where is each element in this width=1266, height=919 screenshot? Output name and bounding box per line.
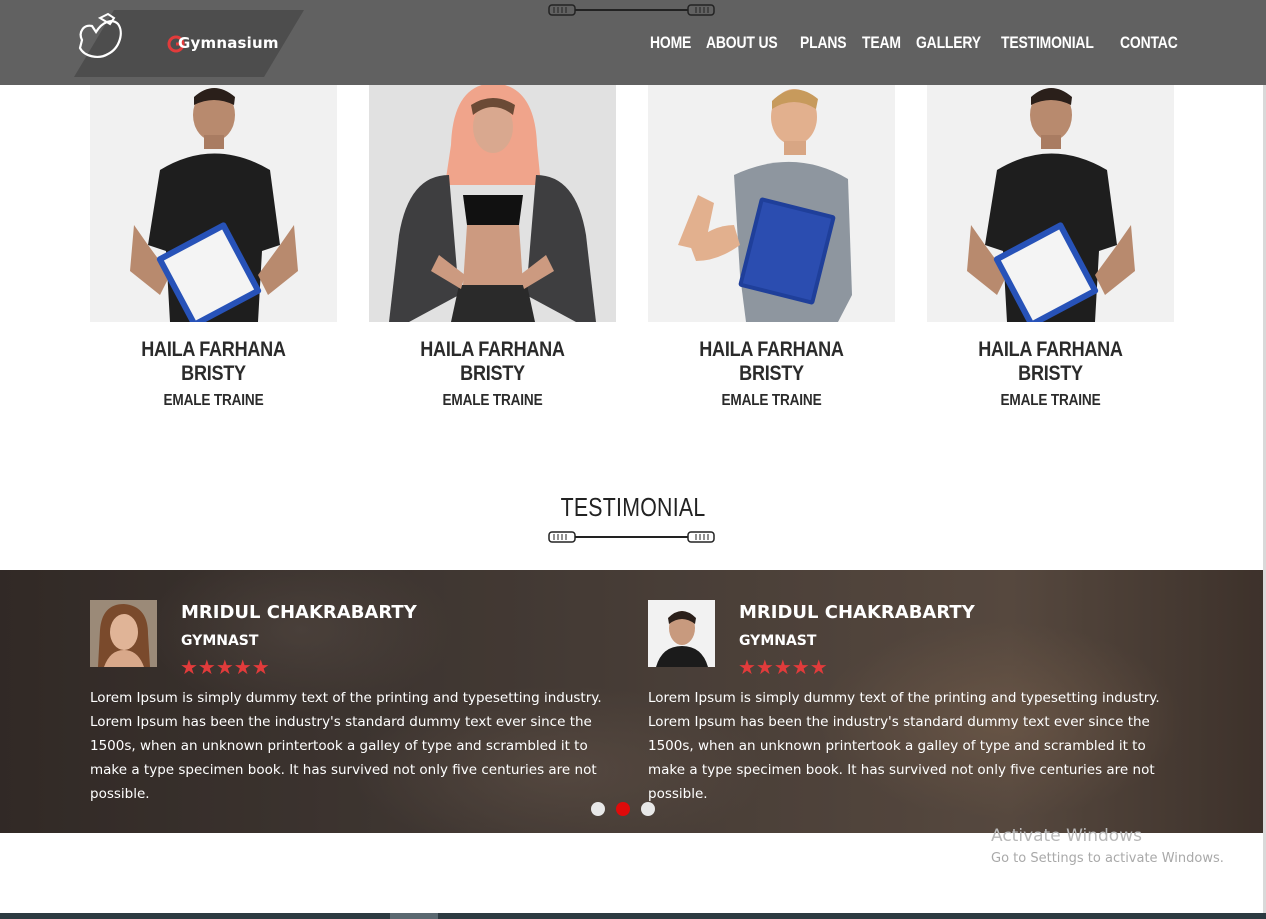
avatar: [90, 600, 157, 667]
testimonial-role: GYMNAST: [181, 633, 259, 649]
slider-dot[interactable]: [641, 802, 655, 816]
slider-dot[interactable]: [591, 802, 605, 816]
team-grid: HAILA FARHANA BRISTY EMALE TRAINE HAILA …: [90, 75, 1174, 410]
activate-windows-subtitle: Go to Settings to activate Windows.: [991, 851, 1224, 866]
testimonial-text: Lorem Ipsum is simply dummy text of the …: [648, 690, 1160, 802]
trainer-figure-icon: [130, 88, 298, 322]
flexed-arm-icon: [78, 12, 122, 58]
trainer-photo: [648, 75, 895, 322]
testimonial-name: MRIDUL CHAKRABARTY: [739, 602, 975, 623]
nav-about-us[interactable]: ABOUT US: [706, 33, 778, 53]
nav-contact[interactable]: CONTAC: [1120, 33, 1178, 53]
member-role: EMALE TRAINE: [442, 392, 543, 409]
main-nav: HOME ABOUT US PLANS TEAM GALLERY TESTIMO…: [650, 33, 1182, 53]
trainer-figure-icon: [967, 88, 1135, 322]
avatar: [648, 600, 715, 667]
testimonial-role: GYMNAST: [739, 633, 817, 649]
dumbbell-divider-icon: [548, 4, 715, 16]
star-rating-icon: ★★★★★: [738, 657, 828, 679]
avatar-man-icon: [648, 600, 715, 667]
slider-dot-active[interactable]: [616, 802, 630, 816]
avatar-woman-icon: [90, 600, 157, 667]
nav-testimonial[interactable]: TESTIMONIAL: [1001, 33, 1094, 53]
nav-home[interactable]: HOME: [650, 33, 691, 53]
dumbbell-divider-icon: [548, 531, 715, 543]
team-card: HAILA FARHANA BRISTY EMALE TRAINE: [369, 75, 616, 410]
testimonial-slider: MRIDUL CHAKRABARTY GYMNAST ★★★★★ Lorem I…: [0, 570, 1263, 833]
footer-strip: [0, 913, 1266, 919]
member-role: EMALE TRAINE: [721, 392, 822, 409]
member-name: HAILA FARHANA BRISTY: [978, 338, 1123, 385]
slider-dots: [591, 802, 655, 816]
site-header: Gymnasium HOME ABOUT US PLANS TEAM GALLE…: [0, 0, 1266, 85]
star-rating-icon: ★★★★★: [180, 657, 270, 679]
testimonial-name: MRIDUL CHAKRABARTY: [181, 602, 417, 623]
member-name: HAILA FARHANA BRISTY: [699, 338, 844, 385]
testimonial-heading: TESTIMONIAL: [560, 492, 706, 522]
member-name: HAILA FARHANA BRISTY: [141, 338, 286, 385]
member-role: EMALE TRAINE: [163, 392, 264, 409]
member-name: HAILA FARHANA BRISTY: [420, 338, 565, 385]
trainer-figure-icon: [678, 89, 852, 322]
trainer-photo: [369, 75, 616, 322]
nav-plans[interactable]: PLANS: [800, 33, 847, 53]
team-card: HAILA FARHANA BRISTY EMALE TRAINE: [927, 75, 1174, 410]
nav-team[interactable]: TEAM: [862, 33, 901, 53]
logo-text: Gymnasium: [178, 34, 279, 52]
testimonial-text: Lorem Ipsum is simply dummy text of the …: [90, 690, 602, 802]
logo[interactable]: Gymnasium: [74, 10, 304, 77]
activate-windows-title: Activate Windows: [991, 826, 1142, 846]
member-role: EMALE TRAINE: [1000, 392, 1101, 409]
trainer-photo: [927, 75, 1174, 322]
trainer-photo: [90, 75, 337, 322]
team-card: HAILA FARHANA BRISTY EMALE TRAINE: [648, 75, 895, 410]
nav-gallery[interactable]: GALLERY: [916, 33, 981, 53]
team-card: HAILA FARHANA BRISTY EMALE TRAINE: [90, 75, 337, 410]
trainer-figure-icon: [389, 83, 596, 322]
